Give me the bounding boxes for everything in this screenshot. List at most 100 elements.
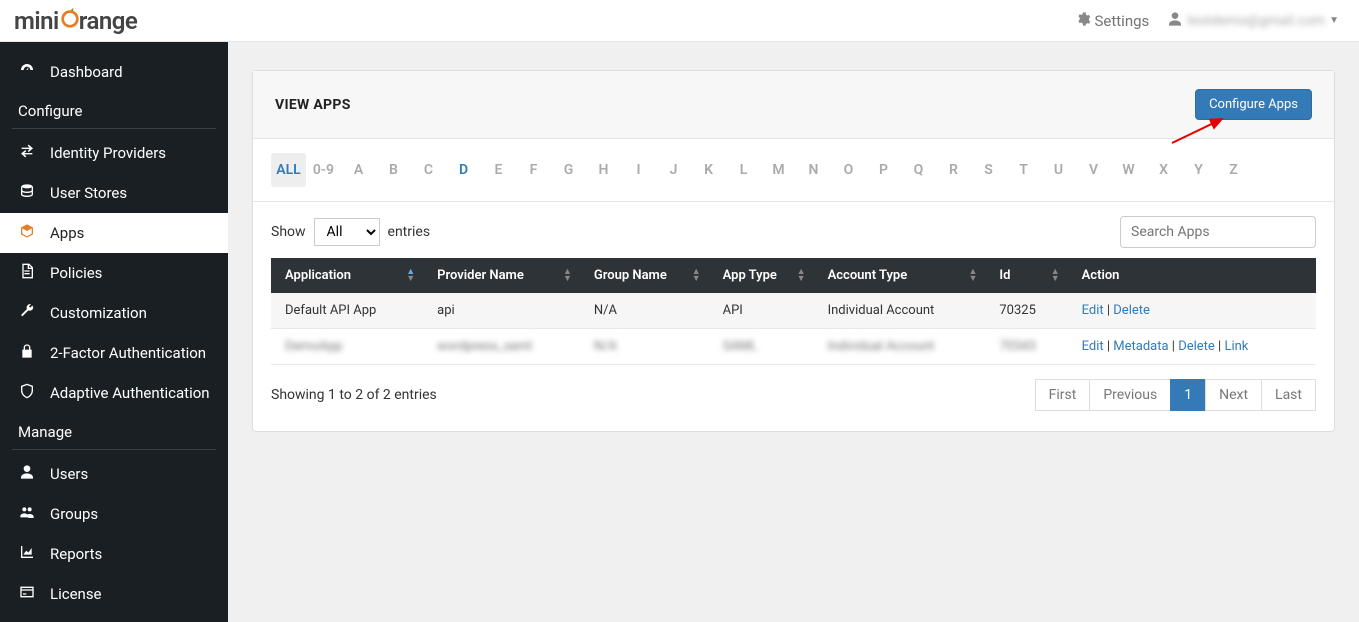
alpha-L[interactable]: L [726,153,761,187]
settings-label: Settings [1095,12,1150,30]
col-action[interactable]: Action [1068,258,1316,293]
page-1[interactable]: 1 [1170,379,1206,411]
alpha-S[interactable]: S [971,153,1006,187]
user-email: testdemo@gmail.com [1187,13,1325,29]
sidebar-heading-manage: Manage [0,413,228,449]
alpha-B[interactable]: B [376,153,411,187]
sort-icon: ▲▼ [797,269,806,283]
sidebar-item-2fa[interactable]: 2-Factor Authentication [0,333,228,373]
entries-select[interactable]: All [314,218,380,246]
cell: Default API App [271,293,423,329]
user-menu[interactable]: testdemo@gmail.com ▼ [1161,7,1345,35]
alpha-R[interactable]: R [936,153,971,187]
page-next[interactable]: Next [1205,379,1262,411]
cell: API [709,293,814,329]
sidebar-item-label: Customization [50,304,147,322]
cube-icon [18,223,36,243]
alpha-H[interactable]: H [586,153,621,187]
table-info: Showing 1 to 2 of 2 entries [271,387,437,403]
alpha-W[interactable]: W [1111,153,1146,187]
cell: DemoApp [271,329,423,365]
page-prev[interactable]: Previous [1089,379,1171,411]
table-row: Default API AppapiN/AAPIIndividual Accou… [271,293,1316,329]
sidebar-item-user-stores[interactable]: User Stores [0,173,228,213]
col-id[interactable]: Id▲▼ [985,258,1067,293]
topbar-right: Settings testdemo@gmail.com ▼ [1069,7,1346,35]
alpha-J[interactable]: J [656,153,691,187]
action-link[interactable]: Link [1224,339,1248,354]
alpha-K[interactable]: K [691,153,726,187]
cell-actions: Edit | Metadata | Delete | Link [1068,329,1316,365]
sidebar-item-policies[interactable]: Policies [0,253,228,293]
alpha-0-9[interactable]: 0-9 [306,153,341,187]
sidebar-item-label: Dashboard [50,63,123,81]
sidebar-item-label: Reports [50,545,102,563]
action-metadata[interactable]: Metadata [1113,339,1168,354]
alpha-C[interactable]: C [411,153,446,187]
alpha-D[interactable]: D [446,153,481,187]
col-account-type[interactable]: Account Type▲▼ [814,258,986,293]
sidebar-item-customization[interactable]: Customization [0,293,228,333]
col-group-name[interactable]: Group Name▲▼ [580,258,709,293]
action-edit[interactable]: Edit [1082,303,1104,318]
gear-icon [1075,11,1091,31]
alpha-X[interactable]: X [1146,153,1181,187]
table-body: Default API AppapiN/AAPIIndividual Accou… [271,293,1316,365]
alpha-P[interactable]: P [866,153,901,187]
lock-icon [18,343,36,363]
dashboard-icon [18,62,36,82]
alpha-U[interactable]: U [1041,153,1076,187]
settings-link[interactable]: Settings [1069,7,1156,35]
col-application[interactable]: Application▲▼ [271,258,423,293]
cell: Individual Account [814,329,986,365]
page-last[interactable]: Last [1261,379,1316,411]
alpha-O[interactable]: O [831,153,866,187]
brand-logo: mini range [14,7,137,35]
alpha-Z[interactable]: Z [1216,153,1251,187]
page-first[interactable]: First [1035,379,1091,411]
sidebar-item-identity-providers[interactable]: Identity Providers [0,133,228,173]
sidebar-item-adaptive-auth[interactable]: Adaptive Authentication [0,373,228,413]
user-icon [18,464,36,484]
alpha-Q[interactable]: Q [901,153,936,187]
alpha-all[interactable]: ALL [271,153,306,187]
panel-title: VIEW APPS [275,97,351,113]
alpha-Y[interactable]: Y [1181,153,1216,187]
sidebar-item-dashboard[interactable]: Dashboard [0,52,228,92]
action-delete[interactable]: Delete [1113,303,1150,318]
sidebar: Dashboard Configure Identity Providers U… [0,42,228,622]
show-label: Show [271,224,306,240]
sidebar-item-users[interactable]: Users [0,454,228,494]
configure-apps-button[interactable]: Configure Apps [1195,89,1312,120]
alpha-V[interactable]: V [1076,153,1111,187]
action-edit[interactable]: Edit [1082,339,1104,354]
cell: api [423,293,580,329]
table-head: Application▲▼Provider Name▲▼Group Name▲▼… [271,258,1316,293]
apps-table: Application▲▼Provider Name▲▼Group Name▲▼… [271,258,1316,365]
sidebar-item-apps[interactable]: Apps [0,213,228,253]
search-input[interactable] [1120,216,1316,248]
sidebar-item-label: Apps [50,224,84,242]
alpha-N[interactable]: N [796,153,831,187]
entries-label: entries [388,224,431,240]
caret-down-icon: ▼ [1329,15,1339,26]
layout: Dashboard Configure Identity Providers U… [0,42,1359,622]
sidebar-item-license[interactable]: License [0,574,228,614]
cell: 70343 [985,329,1067,365]
action-delete[interactable]: Delete [1178,339,1215,354]
sidebar-item-label: Groups [50,505,98,523]
sidebar-item-reports[interactable]: Reports [0,534,228,574]
sidebar-item-groups[interactable]: Groups [0,494,228,534]
alpha-E[interactable]: E [481,153,516,187]
alpha-M[interactable]: M [761,153,796,187]
alpha-F[interactable]: F [516,153,551,187]
sort-icon: ▲▼ [406,269,415,283]
alpha-I[interactable]: I [621,153,656,187]
alpha-T[interactable]: T [1006,153,1041,187]
col-app-type[interactable]: App Type▲▼ [709,258,814,293]
alpha-G[interactable]: G [551,153,586,187]
brand-o-icon [59,7,79,35]
cell: 70325 [985,293,1067,329]
alpha-A[interactable]: A [341,153,376,187]
col-provider-name[interactable]: Provider Name▲▼ [423,258,580,293]
